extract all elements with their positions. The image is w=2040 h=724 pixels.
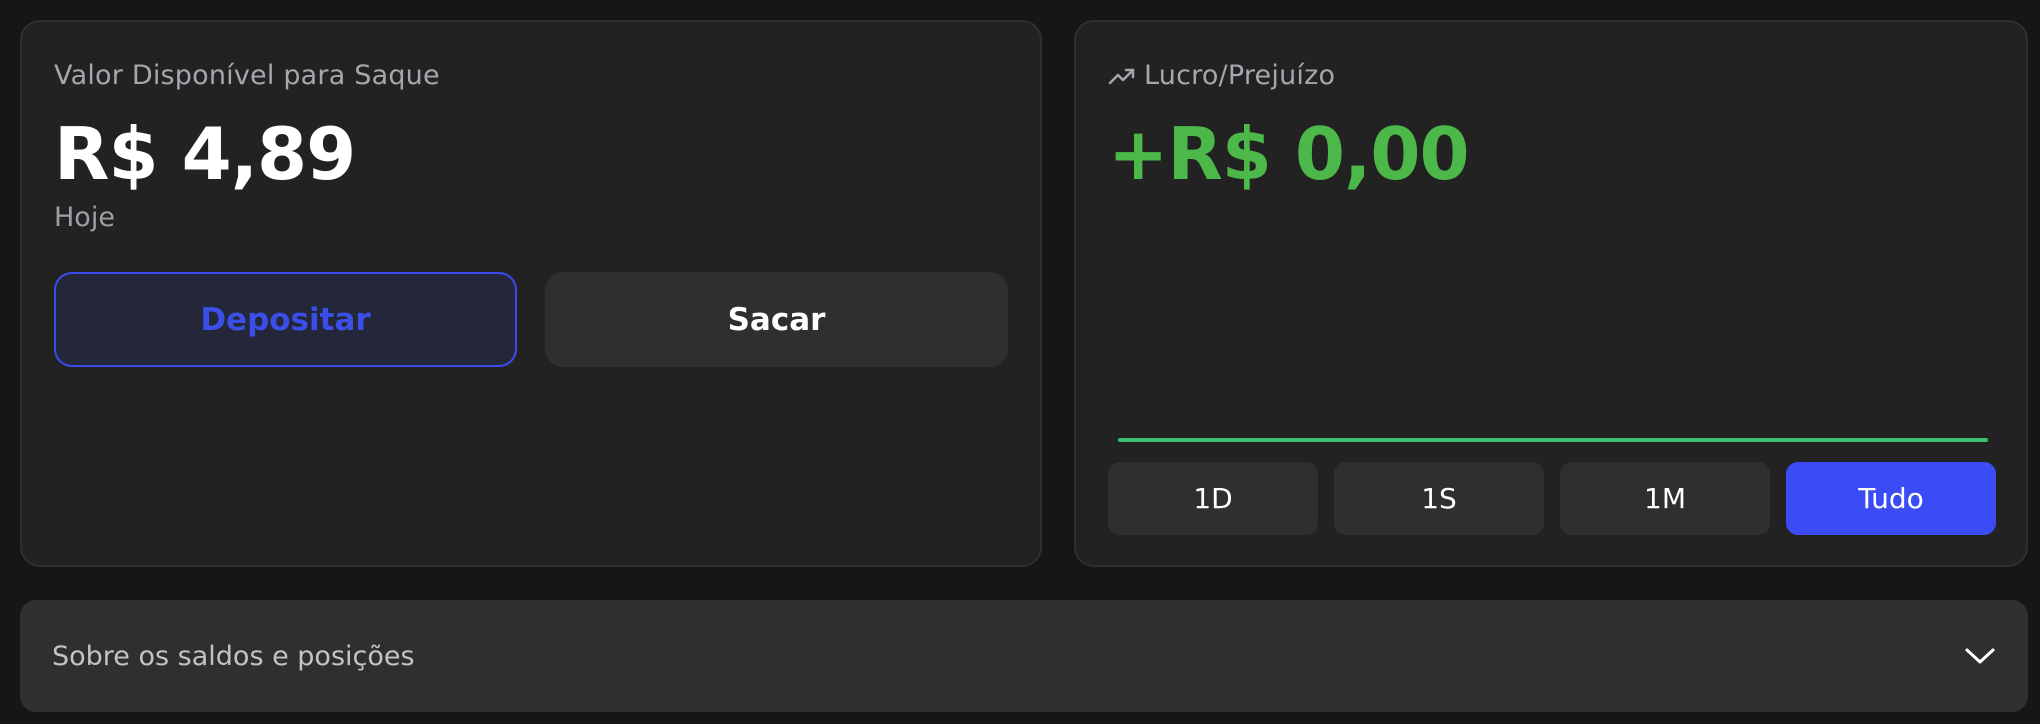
range-button-1s[interactable]: 1S xyxy=(1334,462,1544,535)
balance-card: Valor Disponível para Saque R$ 4,89 Hoje… xyxy=(20,20,1042,567)
range-button-1m[interactable]: 1M xyxy=(1560,462,1770,535)
range-button-1d[interactable]: 1D xyxy=(1108,462,1318,535)
range-button-all[interactable]: Tudo xyxy=(1786,462,1996,535)
deposit-button[interactable]: Depositar xyxy=(54,272,517,367)
chevron-down-icon xyxy=(1965,648,1995,664)
pnl-chart xyxy=(1118,438,1988,442)
balance-period-label: Hoje xyxy=(54,202,115,233)
pnl-header: Lucro/Prejuízo xyxy=(1108,60,1335,91)
pnl-label: Lucro/Prejuízo xyxy=(1144,60,1336,91)
balance-value: R$ 4,89 xyxy=(54,112,356,196)
balance-label: Valor Disponível para Saque xyxy=(54,60,440,91)
accordion-label: Sobre os saldos e posições xyxy=(52,640,415,672)
pnl-value: +R$ 0,00 xyxy=(1108,112,1470,196)
balances-info-accordion[interactable]: Sobre os saldos e posições xyxy=(20,600,2028,712)
trend-up-icon xyxy=(1108,68,1135,84)
withdraw-button[interactable]: Sacar xyxy=(545,272,1008,367)
pnl-card: Lucro/Prejuízo +R$ 0,00 1D 1S 1M Tudo xyxy=(1074,20,2028,567)
